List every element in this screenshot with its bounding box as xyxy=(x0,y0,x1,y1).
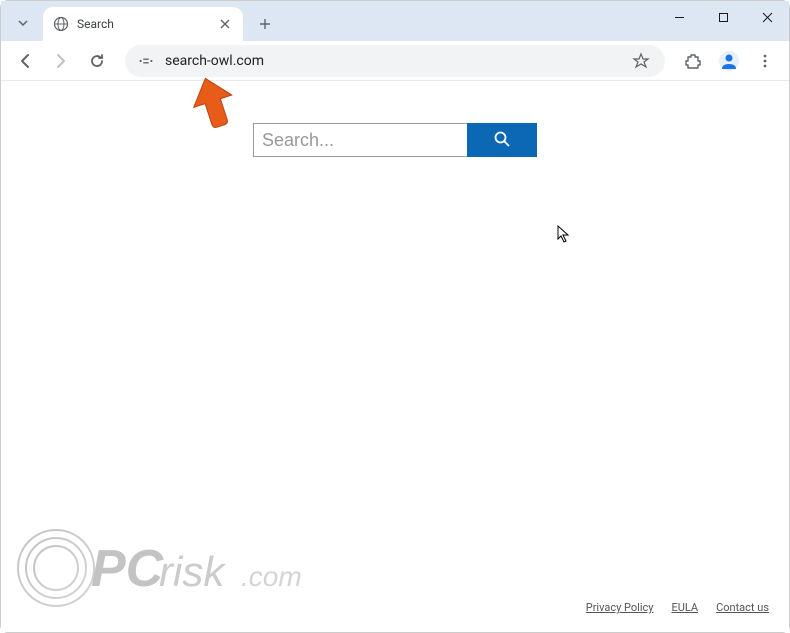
svg-text:risk: risk xyxy=(159,548,226,595)
close-icon[interactable] xyxy=(217,16,233,32)
profile-button[interactable] xyxy=(713,45,745,77)
tab-title: Search xyxy=(77,17,209,31)
maximize-button[interactable] xyxy=(701,1,745,33)
minimize-button[interactable] xyxy=(657,1,701,33)
search-button[interactable] xyxy=(467,123,537,157)
search-area xyxy=(1,81,789,157)
footer-links: Privacy Policy EULA Contact us xyxy=(586,601,769,614)
globe-icon xyxy=(53,16,69,32)
svg-text:PC: PC xyxy=(91,540,165,598)
window-controls xyxy=(657,1,789,33)
privacy-link[interactable]: Privacy Policy xyxy=(586,601,654,614)
extensions-icon[interactable] xyxy=(677,45,709,77)
url-text: search-owl.com xyxy=(165,53,619,69)
page-viewport: Privacy Policy EULA Contact us PC risk .… xyxy=(1,81,789,632)
browser-titlebar: Search xyxy=(1,1,789,41)
search-box xyxy=(253,123,537,157)
site-info-icon[interactable] xyxy=(137,53,155,69)
eula-link[interactable]: EULA xyxy=(671,601,698,614)
reload-button[interactable] xyxy=(81,45,113,77)
browser-tab[interactable]: Search xyxy=(43,7,243,41)
bookmark-icon[interactable] xyxy=(629,49,653,73)
forward-button[interactable] xyxy=(45,45,77,77)
svg-text:.com: .com xyxy=(241,561,302,592)
menu-button[interactable] xyxy=(749,45,781,77)
address-bar[interactable]: search-owl.com xyxy=(125,45,665,77)
watermark-logo: PC risk .com xyxy=(11,518,341,622)
new-tab-button[interactable] xyxy=(251,10,279,38)
browser-toolbar: search-owl.com xyxy=(1,41,789,81)
contact-link[interactable]: Contact us xyxy=(716,601,769,614)
search-icon xyxy=(493,130,511,151)
search-input[interactable] xyxy=(253,123,467,157)
close-window-button[interactable] xyxy=(745,1,789,33)
tab-search-dropdown[interactable] xyxy=(9,9,37,37)
back-button[interactable] xyxy=(9,45,41,77)
profile-avatar-icon xyxy=(715,47,743,75)
